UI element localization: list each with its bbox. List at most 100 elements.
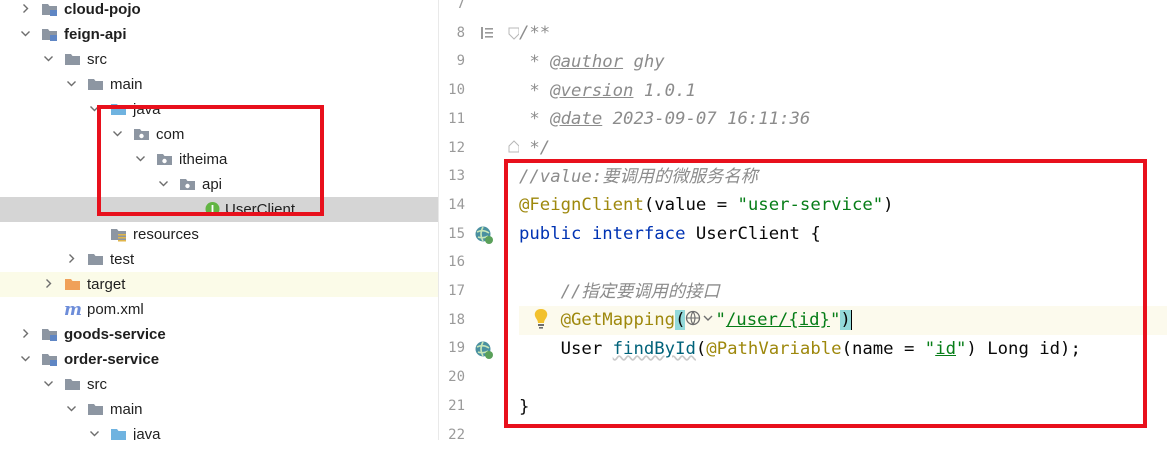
code-token: (value =: [643, 195, 738, 215]
code-token: 2023-09-07 16:11:36: [602, 109, 811, 129]
tree-item-java[interactable]: java: [0, 422, 438, 440]
tree-item-cloud-pojo[interactable]: cloud-pojo: [0, 0, 438, 22]
package-icon: [133, 126, 150, 142]
javadoc-tag: @version: [550, 81, 634, 101]
interface-icon: [204, 201, 221, 217]
code-line-15[interactable]: public interface UserClient {: [519, 220, 1167, 249]
tree-item-label: resources: [133, 226, 199, 243]
code-token: /**: [519, 23, 551, 43]
folder-icon: [64, 51, 81, 67]
chevron-down-icon[interactable]: [112, 128, 123, 139]
tree-item-userclient[interactable]: UserClient: [0, 197, 438, 222]
tree-item-feign-api[interactable]: feign-api: [0, 22, 438, 47]
tree-item-goods-service[interactable]: goods-service: [0, 322, 438, 347]
method-name: findById: [612, 339, 696, 359]
string-literal: "user-service": [737, 195, 884, 215]
code-line-14[interactable]: @FeignClient(value = "user-service"): [519, 191, 1167, 220]
line-number[interactable]: 20: [439, 363, 465, 392]
tree-item-label: goods-service: [64, 326, 166, 343]
tree-item-src[interactable]: src: [0, 47, 438, 72]
tree-item-label: target: [87, 276, 126, 293]
tree-item-target[interactable]: target: [0, 272, 438, 297]
code-line-13[interactable]: //value:要调用的微服务名称: [519, 163, 1167, 192]
tree-item-label: java: [133, 101, 161, 118]
tree-item-com[interactable]: com: [0, 122, 438, 147]
line-number[interactable]: 13: [439, 162, 465, 191]
tree-item-api[interactable]: api: [0, 172, 438, 197]
chevron-right-icon[interactable]: [20, 3, 31, 14]
chevron-down-icon[interactable]: [20, 353, 31, 364]
tree-item-order-service[interactable]: order-service: [0, 347, 438, 372]
code-token: *: [519, 109, 551, 129]
url-path-literal[interactable]: /user/{id}: [726, 310, 830, 330]
tree-item-label: feign-api: [64, 26, 127, 43]
line-number[interactable]: 8: [439, 19, 465, 48]
tree-item-label: pom.xml: [87, 301, 144, 318]
line-number[interactable]: 11: [439, 105, 465, 134]
tree-item-label: test: [110, 251, 135, 268]
line-number[interactable]: 22: [439, 421, 465, 450]
code-line-12[interactable]: */: [519, 134, 1167, 163]
tree-item-label: order-service: [64, 351, 160, 368]
code-line-9[interactable]: * @author ghy: [519, 48, 1167, 77]
tree-item-pom-xml[interactable]: m pom.xml: [0, 297, 438, 322]
chevron-down-icon[interactable]: [66, 403, 77, 414]
chevron-down-icon[interactable]: [43, 378, 54, 389]
code-line-10[interactable]: * @version 1.0.1: [519, 77, 1167, 106]
javadoc-tag: @author: [550, 52, 624, 72]
line-number[interactable]: 9: [439, 47, 465, 76]
code-token: (name =: [841, 339, 925, 359]
line-comment: //value:要调用的微服务名称: [519, 167, 758, 187]
tree-item-label: java: [133, 426, 161, 440]
chevron-down-icon[interactable]: [43, 53, 54, 64]
chevron-right-icon[interactable]: [20, 328, 31, 339]
code-token: ): [883, 195, 894, 215]
line-number[interactable]: 19: [439, 334, 465, 363]
chevron-down-icon[interactable]: [89, 103, 100, 114]
code-editor[interactable]: /** * @author ghy * @version 1.0.1 * @da…: [519, 0, 1167, 440]
line-number[interactable]: 7: [439, 0, 465, 19]
line-number[interactable]: 12: [439, 134, 465, 163]
tree-item-itheima[interactable]: itheima: [0, 147, 438, 172]
line-number[interactable]: 21: [439, 392, 465, 421]
line-number[interactable]: 18: [439, 306, 465, 335]
chevron-right-icon[interactable]: [66, 253, 77, 264]
tree-item-main[interactable]: main: [0, 397, 438, 422]
folder-icon: [87, 76, 104, 92]
implementation-globe-icon[interactable]: [474, 225, 494, 245]
line-number[interactable]: 14: [439, 191, 465, 220]
chevron-right-icon[interactable]: [43, 278, 54, 289]
folder-icon: [87, 251, 104, 267]
code-line-8[interactable]: /**: [519, 19, 1167, 48]
implementation-globe-icon[interactable]: [474, 340, 494, 360]
chevron-down-icon[interactable]: [20, 28, 31, 39]
line-number[interactable]: 15: [439, 220, 465, 249]
structure-icon[interactable]: [479, 25, 495, 41]
code-line-17[interactable]: //指定要调用的接口: [519, 278, 1167, 307]
line-number[interactable]: 16: [439, 248, 465, 277]
chevron-down-icon[interactable]: [66, 78, 77, 89]
tree-item-label: main: [110, 76, 143, 93]
matched-paren: (: [675, 310, 686, 330]
editor-gutter: 7 8 9 10 11 12 13 14 15 16 17 18 19 20 21 22: [439, 0, 520, 443]
url-globe-icon[interactable]: [685, 308, 715, 328]
code-line-21[interactable]: }: [519, 393, 1167, 422]
tree-item-resources[interactable]: resources: [0, 222, 438, 247]
code-line-11[interactable]: * @date 2023-09-07 16:11:36: [519, 105, 1167, 134]
chevron-down-icon[interactable]: [158, 178, 169, 189]
line-number[interactable]: 17: [439, 277, 465, 306]
code-line-18[interactable]: @GetMapping("/user/{id}"): [519, 306, 1167, 335]
line-number[interactable]: 10: [439, 76, 465, 105]
tree-item-main[interactable]: main: [0, 72, 438, 97]
javadoc-tag: @date: [550, 109, 603, 129]
chevron-down-icon[interactable]: [135, 153, 146, 164]
tree-item-test[interactable]: test: [0, 247, 438, 272]
intention-bulb-icon[interactable]: [532, 308, 550, 330]
tree-item-src[interactable]: src: [0, 372, 438, 397]
code-line-19[interactable]: User findById(@PathVariable(name = "id")…: [519, 335, 1167, 364]
chevron-down-icon[interactable]: [89, 428, 100, 439]
source-folder-icon: [110, 101, 127, 117]
tree-item-java[interactable]: java: [0, 97, 438, 122]
